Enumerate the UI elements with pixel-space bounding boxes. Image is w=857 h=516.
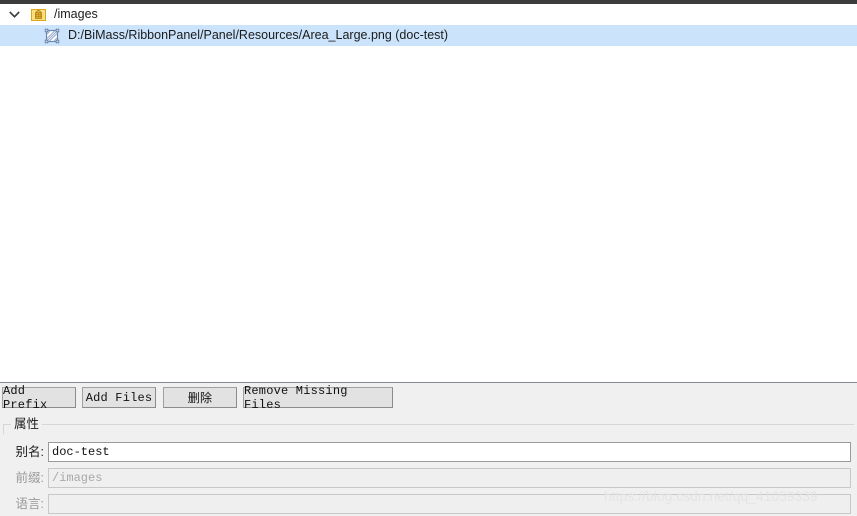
prefix-label: 前缀: [15, 471, 44, 485]
tree-row-file[interactable]: D:/BiMass/RibbonPanel/Panel/Resources/Ar… [0, 25, 857, 46]
language-row: 语言: [3, 493, 854, 515]
alias-label: 别名: [15, 445, 44, 459]
chevron-down-icon[interactable] [0, 4, 28, 25]
prefix-row: 前缀: /images [3, 467, 854, 489]
group-divider [3, 424, 854, 425]
add-files-button[interactable]: Add Files [82, 387, 156, 408]
resource-editor-window: /images D:/BiMass/RibbonPanel/Panel/Reso… [0, 0, 857, 516]
resource-toolbar: Add Prefix Add Files 删除 Remove Missing F… [0, 384, 857, 413]
add-prefix-button[interactable]: Add Prefix [2, 384, 76, 412]
resource-prefix-icon [28, 4, 48, 25]
resource-tree-view[interactable]: /images D:/BiMass/RibbonPanel/Panel/Reso… [0, 4, 857, 383]
properties-title: 属性 [11, 416, 43, 432]
remove-missing-files-button[interactable]: Remove Missing Files [243, 384, 393, 412]
language-label: 语言: [15, 497, 44, 511]
alias-row: 别名: doc-test [3, 441, 854, 463]
delete-button[interactable]: 删除 [163, 387, 237, 408]
prefix-input: /images [48, 468, 851, 488]
tree-node-label-file: D:/BiMass/RibbonPanel/Panel/Resources/Ar… [68, 28, 449, 42]
broken-image-icon [42, 25, 62, 46]
group-divider-left [3, 424, 4, 434]
tree-node-label-prefix: /images [54, 7, 98, 21]
language-input [48, 494, 851, 514]
properties-group: 属性 别名: doc-test 前缀: /images 语言: [3, 416, 854, 515]
alias-input[interactable]: doc-test [48, 442, 851, 462]
tree-row-prefix[interactable]: /images [0, 4, 857, 25]
